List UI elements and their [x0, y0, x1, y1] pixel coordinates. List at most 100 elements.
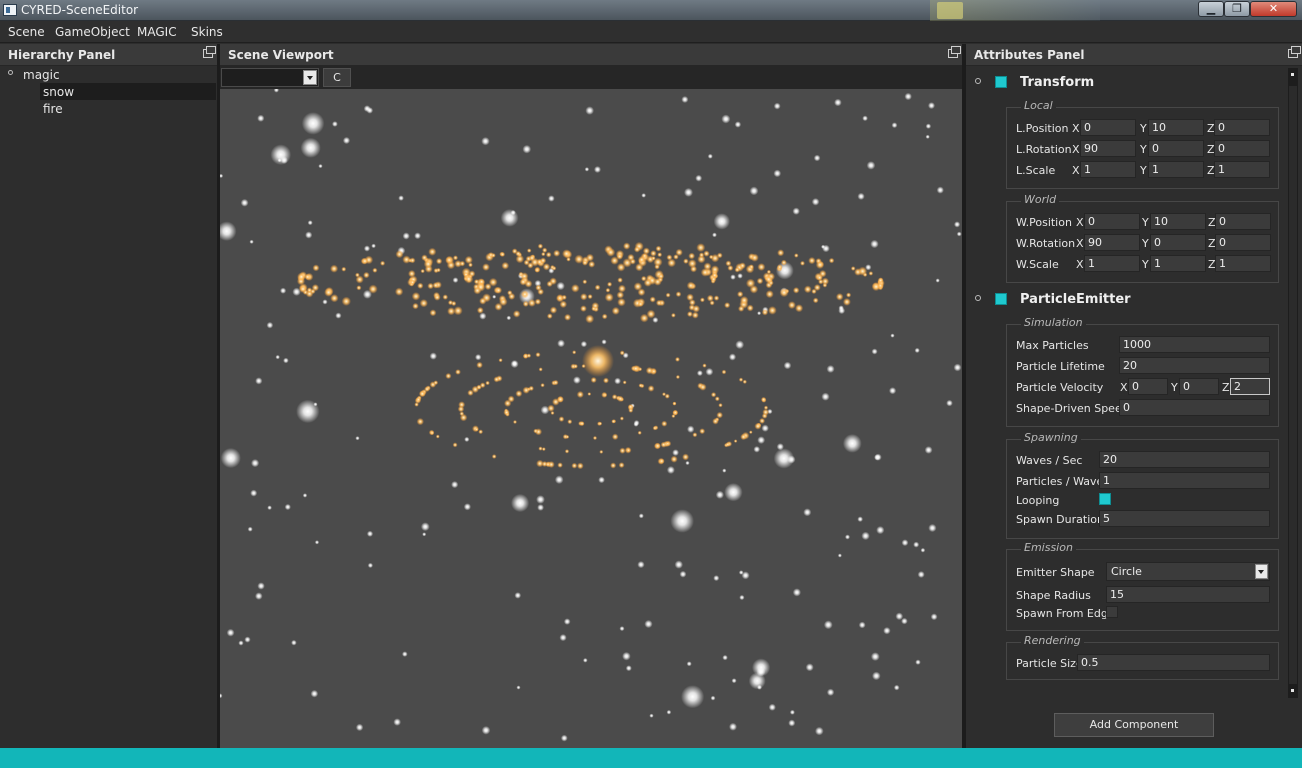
fire-particle: [512, 310, 521, 318]
snow-particle: [554, 475, 564, 485]
fire-particle: [567, 419, 573, 425]
l-position-x-field[interactable]: 0: [1080, 119, 1136, 136]
collapse-toggle-icon[interactable]: [8, 70, 13, 75]
spawn-duration-field[interactable]: 5: [1099, 510, 1270, 527]
collapse-toggle-icon[interactable]: [975, 295, 981, 301]
snow-particle: [686, 661, 692, 667]
add-component-button[interactable]: Add Component: [1054, 713, 1214, 737]
snow-particle: [614, 377, 621, 385]
collapse-toggle-icon[interactable]: [975, 78, 981, 84]
max-particles-field[interactable]: 1000: [1119, 336, 1270, 353]
w-scale-x-field[interactable]: 1: [1084, 255, 1140, 272]
fire-particle: [658, 458, 665, 465]
menu-magic[interactable]: MAGIC: [137, 25, 177, 39]
scene-canvas[interactable]: [220, 89, 962, 748]
axis-x-label: X: [1072, 122, 1080, 135]
w-position-x-field[interactable]: 0: [1084, 213, 1140, 230]
fire-particle: [457, 405, 465, 413]
particle-emitter-component-header[interactable]: ParticleEmitter: [966, 289, 1286, 311]
float-panel-icon[interactable]: [948, 46, 961, 58]
l-scale-x-field[interactable]: 1: [1080, 161, 1136, 178]
shape-radius-field[interactable]: 15: [1106, 586, 1270, 603]
maximize-button[interactable]: ❐: [1224, 1, 1250, 17]
snow-particle: [749, 186, 759, 196]
fire-particle: [402, 255, 411, 264]
camera-select[interactable]: [221, 68, 319, 87]
snow-particle: [220, 693, 223, 699]
l-rotation-y-field[interactable]: 0: [1148, 140, 1204, 157]
tree-item-magic[interactable]: magic: [0, 67, 217, 84]
w-rotation-label: W.Rotation: [1016, 237, 1076, 250]
minimize-icon: ▁: [1206, 2, 1216, 15]
fire-particle: [445, 372, 452, 380]
transform-enabled-checkbox[interactable]: [995, 76, 1007, 88]
transform-component-header[interactable]: Transform: [966, 72, 1286, 94]
shape-driven-speed-field[interactable]: 0: [1119, 399, 1270, 416]
particles-per-wave-field[interactable]: 1: [1099, 472, 1270, 489]
rendering-group-title: Rendering: [1021, 634, 1084, 647]
float-panel-icon[interactable]: [203, 46, 216, 58]
l-rotation-x-field[interactable]: 90: [1080, 140, 1136, 157]
w-scale-y-field[interactable]: 1: [1150, 255, 1206, 272]
menu-scene[interactable]: Scene: [8, 25, 45, 39]
w-position-z-field[interactable]: 0: [1215, 213, 1271, 230]
fire-particle: [672, 410, 678, 416]
fire-particle: [637, 300, 644, 308]
particle-size-field[interactable]: 0.5: [1077, 654, 1270, 671]
attributes-scrollbar[interactable]: [1288, 68, 1298, 698]
fire-particle: [803, 285, 812, 294]
scrollbar-thumb[interactable]: [1289, 86, 1297, 684]
snow-particle: [925, 134, 930, 139]
w-rotation-z-field[interactable]: 0: [1215, 234, 1271, 251]
spawn-from-edge-checkbox[interactable]: [1106, 606, 1118, 618]
fire-particle: [692, 304, 701, 313]
fire-particle: [718, 403, 723, 408]
snow-particle: [250, 489, 258, 497]
menu-gameobject[interactable]: GameObject: [55, 25, 130, 39]
snow-particle: [928, 523, 937, 533]
snow-particle: [803, 508, 812, 517]
snow-particle: [649, 713, 654, 718]
scroll-down-icon[interactable]: [1288, 684, 1298, 698]
w-rotation-x-field[interactable]: 90: [1084, 234, 1140, 251]
snow-particle: [679, 570, 687, 578]
tree-item-fire[interactable]: fire: [40, 100, 216, 117]
c-button[interactable]: C: [323, 68, 351, 87]
tree-item-snow[interactable]: snow: [40, 83, 216, 100]
snow-particle: [946, 399, 953, 407]
particle-lifetime-field[interactable]: 20: [1119, 357, 1270, 374]
l-scale-z-field[interactable]: 1: [1214, 161, 1270, 178]
waves-per-sec-field[interactable]: 20: [1099, 451, 1270, 468]
fire-particle: [776, 264, 783, 270]
close-button[interactable]: ✕: [1250, 1, 1297, 17]
fire-particle: [551, 266, 557, 271]
w-position-y-field[interactable]: 10: [1150, 213, 1206, 230]
emitter-shape-select[interactable]: Circle: [1106, 562, 1270, 581]
scroll-up-icon[interactable]: [1288, 68, 1298, 82]
dropdown-arrow-icon[interactable]: [1255, 564, 1268, 579]
l-scale-y-field[interactable]: 1: [1148, 161, 1204, 178]
w-scale-z-field[interactable]: 1: [1215, 255, 1271, 272]
l-position-y-field[interactable]: 10: [1148, 119, 1204, 136]
fire-particle: [592, 435, 598, 441]
float-panel-icon[interactable]: [1288, 46, 1301, 58]
fire-particle: [522, 353, 529, 359]
particle-velocity-z-field[interactable]: 2: [1230, 378, 1270, 395]
looping-checkbox[interactable]: [1099, 493, 1111, 505]
particle-velocity-x-field[interactable]: 0: [1128, 378, 1168, 395]
l-rotation-z-field[interactable]: 0: [1214, 140, 1270, 157]
particle-velocity-y-field[interactable]: 0: [1179, 378, 1219, 395]
fire-particle: [795, 304, 804, 313]
dropdown-arrow-icon[interactable]: [303, 70, 317, 85]
fire-particle: [746, 304, 754, 312]
fire-particle: [538, 367, 543, 372]
l-position-z-field[interactable]: 0: [1214, 119, 1270, 136]
fire-particle: [546, 313, 553, 319]
particle-emitter-enabled-checkbox[interactable]: [995, 293, 1007, 305]
w-rotation-y-field[interactable]: 0: [1150, 234, 1206, 251]
fire-particle: [571, 462, 578, 469]
fire-particle: [409, 279, 416, 286]
minimize-button[interactable]: ▁: [1198, 1, 1224, 17]
menu-skins[interactable]: Skins: [191, 25, 223, 39]
snow-particle: [710, 695, 716, 701]
